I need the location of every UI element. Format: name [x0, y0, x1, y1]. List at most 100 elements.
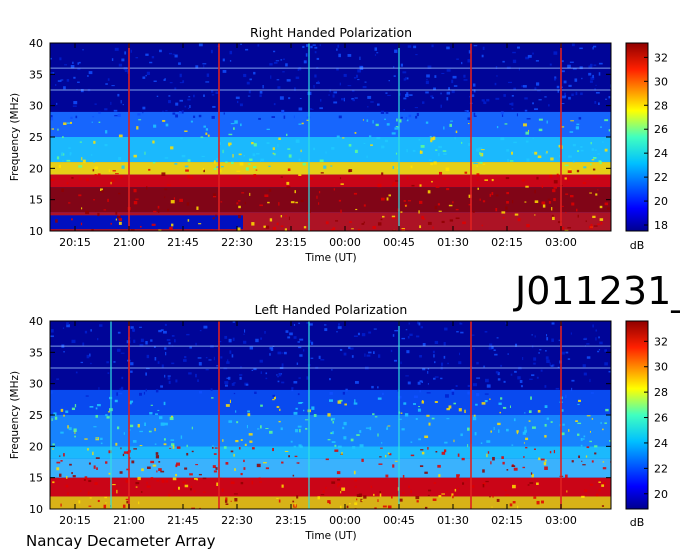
noise-speckle — [198, 223, 202, 225]
noise-speckle — [340, 209, 342, 214]
noise-speckle — [165, 110, 168, 112]
noise-speckle — [473, 112, 476, 116]
noise-speckle — [427, 447, 429, 450]
y-tick-label: 15 — [29, 194, 43, 207]
noise-speckle — [306, 376, 309, 380]
noise-speckle — [94, 482, 98, 485]
noise-speckle — [251, 480, 254, 485]
noise-speckle — [353, 470, 356, 475]
noise-speckle — [295, 407, 298, 410]
noise-speckle — [272, 394, 276, 397]
noise-speckle — [331, 369, 333, 371]
noise-speckle — [434, 340, 439, 345]
noise-speckle — [62, 136, 64, 139]
noise-speckle — [497, 378, 501, 381]
noise-speckle — [211, 397, 214, 399]
noise-speckle — [484, 399, 488, 403]
noise-speckle — [210, 388, 213, 391]
noise-speckle — [295, 201, 298, 204]
noise-speckle — [168, 95, 171, 97]
noise-speckle — [84, 438, 88, 440]
noise-speckle — [167, 208, 170, 212]
noise-speckle — [492, 495, 494, 498]
noise-speckle — [486, 440, 491, 443]
noise-speckle — [142, 76, 146, 79]
noise-speckle — [551, 207, 553, 211]
noise-speckle — [428, 489, 432, 492]
noise-speckle — [522, 466, 526, 469]
noise-speckle — [403, 200, 406, 202]
noise-speckle — [71, 472, 73, 475]
noise-speckle — [92, 169, 95, 172]
noise-speckle — [208, 359, 212, 361]
noise-speckle — [493, 426, 495, 431]
noise-speckle — [225, 503, 229, 505]
noise-speckle — [549, 362, 551, 366]
noise-speckle — [73, 76, 76, 79]
noise-speckle — [296, 462, 300, 464]
noise-speckle — [167, 375, 171, 377]
noise-speckle — [78, 500, 81, 504]
noise-speckle — [363, 221, 365, 224]
noise-speckle — [461, 141, 463, 144]
noise-speckle — [85, 210, 90, 215]
noise-speckle — [66, 322, 69, 326]
noise-speckle — [457, 487, 460, 490]
noise-speckle — [309, 323, 313, 326]
noise-speckle — [193, 490, 196, 493]
noise-speckle — [577, 433, 580, 436]
noise-speckle — [464, 110, 469, 112]
noise-speckle — [216, 365, 219, 367]
noise-speckle — [489, 496, 491, 498]
noise-speckle — [583, 166, 587, 169]
y-tick-label: 15 — [29, 472, 43, 485]
frequency-band — [50, 174, 611, 188]
noise-speckle — [100, 437, 103, 441]
noise-speckle — [110, 179, 115, 182]
noise-speckle — [247, 410, 250, 413]
noise-speckle — [118, 157, 122, 160]
noise-speckle — [392, 464, 395, 468]
noise-speckle — [384, 118, 386, 121]
noise-speckle — [66, 476, 68, 479]
x-tick-label: 00:00 — [329, 514, 361, 527]
noise-speckle — [233, 392, 236, 395]
noise-speckle — [511, 200, 514, 204]
noise-speckle — [597, 189, 599, 191]
noise-speckle — [177, 486, 180, 490]
noise-speckle — [456, 331, 459, 333]
noise-speckle — [302, 162, 306, 166]
noise-speckle — [316, 195, 318, 199]
noise-speckle — [595, 84, 597, 86]
noise-speckle — [393, 75, 396, 77]
noise-speckle — [388, 194, 392, 197]
noise-speckle — [278, 420, 281, 423]
noise-speckle — [133, 201, 138, 205]
noise-speckle — [131, 460, 135, 464]
noise-speckle — [63, 86, 66, 90]
x-tick-label: 20:15 — [59, 514, 91, 527]
noise-speckle — [256, 463, 261, 468]
noise-speckle — [214, 447, 218, 449]
noise-speckle — [385, 454, 387, 458]
noise-speckle — [570, 195, 574, 198]
noise-speckle — [595, 337, 597, 341]
noise-speckle — [195, 464, 199, 466]
noise-speckle — [228, 420, 233, 423]
noise-speckle — [473, 348, 475, 350]
noise-speckle — [146, 481, 148, 485]
noise-speckle — [248, 433, 253, 436]
noise-speckle — [414, 107, 418, 109]
noise-speckle — [145, 372, 147, 376]
noise-speckle — [300, 199, 304, 203]
noise-speckle — [309, 177, 313, 180]
noise-speckle — [572, 143, 576, 147]
noise-speckle — [523, 456, 525, 458]
noise-speckle — [311, 108, 314, 110]
noise-speckle — [80, 490, 82, 492]
noise-speckle — [505, 177, 510, 180]
noise-speckle — [113, 361, 116, 363]
noise-speckle — [268, 189, 272, 192]
noise-speckle — [406, 149, 408, 153]
noise-speckle — [206, 73, 210, 77]
